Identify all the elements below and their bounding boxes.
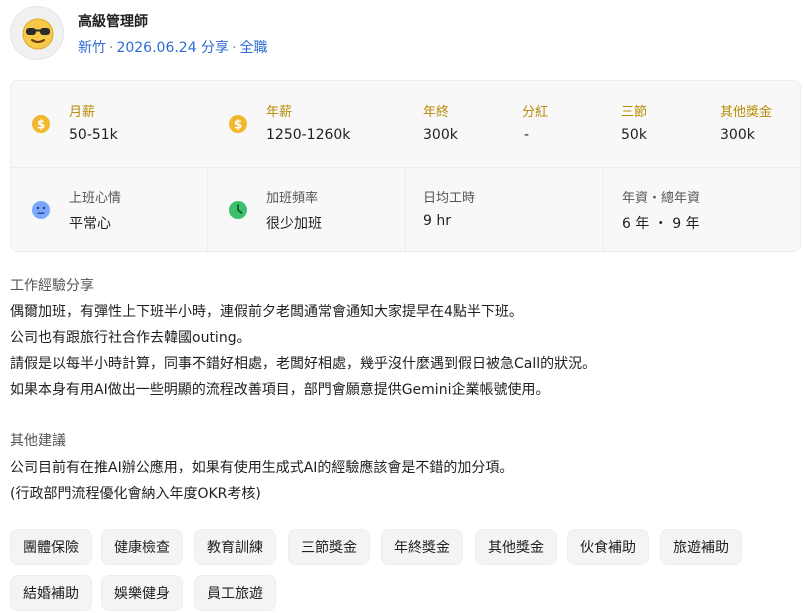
mood-cell: 上班心情 平常心 bbox=[11, 167, 207, 253]
benefit-tag[interactable]: 娛樂健身 bbox=[101, 575, 183, 611]
annual-salary-cell: $ 年薪 1250-1260k bbox=[211, 81, 411, 167]
year-end-bonus-label: 年終 bbox=[423, 105, 450, 120]
benefit-tag[interactable]: 旅遊補助 bbox=[660, 529, 742, 565]
seniority-cell: 年資・總年資 6 年 ・ 9 年 bbox=[622, 167, 792, 253]
experience-line: 如果本身有用AI做出一些明顯的流程改善項目，部門會願意提供Gemini企業帳號使… bbox=[10, 382, 550, 398]
coin-icon: $ bbox=[229, 115, 247, 133]
salary-row: $ 月薪 50-51k $ 年薪 1250-1260k 年終 300k 分紅 -… bbox=[11, 81, 800, 168]
advice-line: 公司目前有在推AI辦公應用，如果有使用生成式AI的經驗應該會是不錯的加分項。 bbox=[10, 460, 514, 476]
advice-section-title: 其他建議 bbox=[10, 433, 66, 449]
seniority-label: 年資・總年資 bbox=[622, 191, 701, 206]
avatar bbox=[10, 6, 64, 60]
job-type-link[interactable]: 全職 bbox=[240, 40, 268, 56]
work-conditions-row: 上班心情 平常心 加班頻率 很少加班 日均工時 9 hr 年資・總年資 6 年 … bbox=[11, 167, 800, 253]
advice-line: (行政部門流程優化會納入年度OKR考核) bbox=[10, 486, 261, 502]
job-title: 高級管理師 bbox=[78, 14, 148, 30]
overtime-value: 很少加班 bbox=[266, 216, 322, 232]
coin-icon: $ bbox=[32, 115, 50, 133]
experience-section-title: 工作經驗分享 bbox=[10, 278, 94, 294]
other-bonus-value: 300k bbox=[720, 127, 755, 143]
post-meta: 新竹 · 2026.06.24 分享 · 全職 bbox=[78, 40, 268, 56]
annual-salary-value: 1250-1260k bbox=[266, 127, 351, 143]
other-bonus-label: 其他獎金 bbox=[720, 105, 773, 120]
overtime-label: 加班頻率 bbox=[266, 191, 319, 206]
experience-line: 請假是以每半小時計算，同事不錯好相處，老闆好相處，幾乎沒什麼遇到假日被急Call… bbox=[10, 356, 597, 372]
mood-label: 上班心情 bbox=[69, 191, 122, 206]
other-bonus-cell: 其他獎金 300k bbox=[720, 81, 800, 167]
dividend-value: - bbox=[524, 127, 530, 143]
monthly-salary-value: 50-51k bbox=[69, 127, 118, 143]
dividend-cell: 分紅 - bbox=[522, 81, 612, 167]
overtime-cell: 加班頻率 很少加班 bbox=[208, 167, 404, 253]
benefit-tag[interactable]: 教育訓練 bbox=[194, 529, 276, 565]
monthly-salary-label: 月薪 bbox=[69, 105, 96, 120]
benefit-tag[interactable]: 年終獎金 bbox=[381, 529, 463, 565]
advice-text: 公司目前有在推AI辦公應用，如果有使用生成式AI的經驗應該會是不錯的加分項。 (… bbox=[10, 455, 513, 507]
benefit-tag[interactable]: 員工旅遊 bbox=[194, 575, 276, 611]
experience-line: 公司也有跟旅行社合作去韓國outing。 bbox=[10, 330, 251, 346]
monthly-salary-cell: $ 月薪 50-51k bbox=[11, 81, 211, 167]
neutral-face-icon bbox=[32, 201, 50, 219]
year-end-bonus-value: 300k bbox=[423, 127, 458, 143]
benefit-tag[interactable]: 健康檢查 bbox=[101, 529, 183, 565]
svg-text:$: $ bbox=[37, 118, 45, 132]
dividend-label: 分紅 bbox=[522, 105, 549, 120]
festival-bonus-cell: 三節 50k bbox=[621, 81, 711, 167]
post-date: 2026.06.24 分享 bbox=[116, 40, 230, 56]
location-link[interactable]: 新竹 bbox=[78, 40, 106, 56]
festival-bonus-label: 三節 bbox=[621, 105, 648, 120]
divider bbox=[603, 167, 604, 253]
svg-text:$: $ bbox=[234, 118, 242, 132]
mood-value: 平常心 bbox=[69, 216, 111, 232]
daily-hours-value: 9 hr bbox=[423, 213, 451, 229]
benefit-tag[interactable]: 其他獎金 bbox=[475, 529, 557, 565]
year-end-bonus-cell: 年終 300k bbox=[423, 81, 513, 167]
experience-text: 偶爾加班，有彈性上下班半小時，連假前夕老闆通常會通知大家提早在4點半下班。 公司… bbox=[10, 299, 596, 403]
benefit-tag[interactable]: 三節獎金 bbox=[288, 529, 370, 565]
experience-line: 偶爾加班，有彈性上下班半小時，連假前夕老闆通常會通知大家提早在4點半下班。 bbox=[10, 304, 523, 320]
divider bbox=[405, 167, 406, 253]
salary-stats-panel: $ 月薪 50-51k $ 年薪 1250-1260k 年終 300k 分紅 -… bbox=[10, 80, 801, 253]
daily-hours-label: 日均工時 bbox=[423, 191, 476, 206]
sunglasses-face-icon bbox=[22, 18, 54, 50]
seniority-value: 6 年 ・ 9 年 bbox=[622, 216, 700, 232]
festival-bonus-value: 50k bbox=[621, 127, 647, 143]
benefit-tag[interactable]: 伙食補助 bbox=[567, 529, 649, 565]
benefit-tag[interactable]: 結婚補助 bbox=[10, 575, 92, 611]
daily-hours-cell: 日均工時 9 hr bbox=[423, 167, 603, 253]
clock-icon bbox=[229, 201, 247, 219]
benefit-tag[interactable]: 團體保險 bbox=[10, 529, 92, 565]
annual-salary-label: 年薪 bbox=[266, 105, 293, 120]
